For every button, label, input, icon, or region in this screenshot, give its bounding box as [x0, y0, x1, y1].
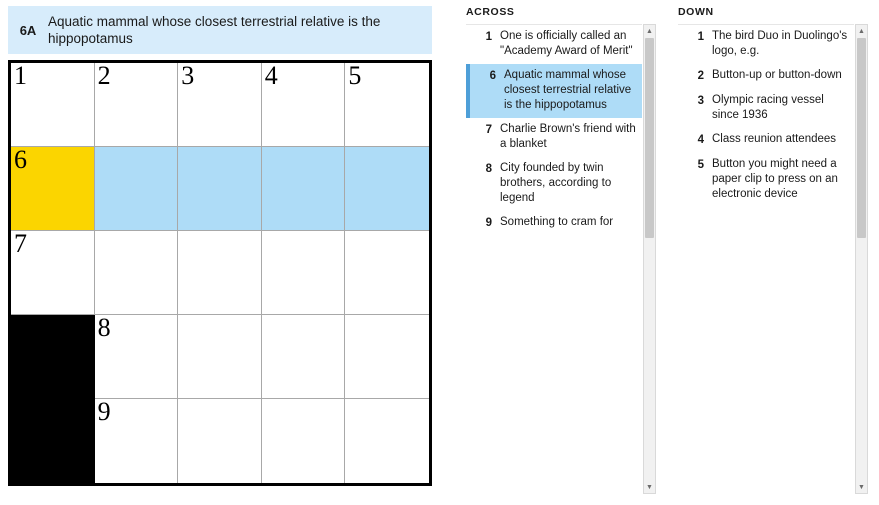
crossword-grid[interactable]: 1 2 3 4 5 6 7 8 9 — [8, 60, 432, 486]
clue-text: Olympic racing vessel since 1936 — [712, 94, 824, 121]
across-scroll-up-icon[interactable]: ▲ — [644, 25, 655, 37]
grid-cell-r5-c2[interactable]: 9 — [94, 397, 179, 483]
cell-number: 4 — [264, 61, 278, 90]
grid-cell-r4-c3[interactable] — [178, 315, 262, 399]
down-clue-3[interactable]: 3 Olympic racing vessel since 1936 — [678, 89, 854, 128]
grid-cell-r1-c2[interactable]: 2 — [94, 61, 179, 147]
grid-cell-r3-c2[interactable] — [94, 231, 179, 315]
down-clue-panel: DOWN 1 The bird Duo in Duolingo's logo, e… — [678, 6, 868, 494]
clue-number: 8 — [485, 163, 492, 175]
grid-cell-r5-c4[interactable] — [261, 399, 346, 483]
clue-number: 9 — [485, 217, 492, 229]
current-clue-text: Aquatic mammal whose closest terrestrial… — [48, 14, 381, 46]
grid-cell-r2-c2[interactable] — [94, 147, 179, 231]
across-clue-8[interactable]: 8 City founded by twin brothers, accordin… — [466, 157, 642, 211]
cell-number: 7 — [14, 229, 27, 258]
down-panel-title: DOWN — [678, 6, 714, 18]
grid-cell-r2-c3[interactable] — [178, 147, 262, 231]
grid-cell-r5-c5[interactable] — [345, 399, 429, 483]
grid-cell-r4-c1 — [11, 315, 95, 399]
grid-cell-r3-c4[interactable] — [261, 231, 346, 315]
down-clue-1[interactable]: 1 The bird Duo in Duolingo's logo, e.g. — [678, 25, 854, 64]
grid-cell-r2-c4[interactable] — [261, 147, 346, 231]
across-panel-title: ACROSS — [466, 6, 515, 18]
grid-cell-r2-c5[interactable] — [345, 147, 429, 231]
across-clue-1[interactable]: 1 One is officially called an "Academy Aw… — [466, 25, 642, 64]
grid-cell-r3-c5[interactable] — [345, 231, 429, 315]
grid-cell-r3-c1[interactable]: 7 — [11, 229, 95, 315]
clue-number: 7 — [485, 124, 492, 136]
across-scrollbar-thumb[interactable] — [645, 38, 654, 238]
cell-number: 9 — [97, 397, 111, 426]
clue-number: 4 — [697, 134, 704, 146]
clue-number: 6 — [489, 70, 496, 82]
grid-cell-r1-c4[interactable]: 4 — [261, 61, 346, 147]
across-scrollbar[interactable]: ▲ ▼ — [643, 24, 656, 494]
down-scroll-down-icon[interactable]: ▼ — [856, 481, 867, 493]
cell-number: 8 — [97, 313, 111, 342]
down-clue-5[interactable]: 5 Button you might need a paper clip to p… — [678, 153, 854, 207]
current-clue-number: 6A — [19, 22, 37, 38]
across-clue-6[interactable]: 6 Aquatic mammal whose closest terrestria… — [466, 64, 642, 118]
down-scrollbar-thumb[interactable] — [857, 38, 866, 238]
clue-text: The bird Duo in Duolingo's logo, e.g. — [712, 30, 848, 57]
clue-number: 2 — [697, 70, 704, 82]
grid-cell-r5-c1 — [11, 399, 95, 483]
clue-text: Button you might need a paper clip to pr… — [712, 158, 838, 200]
clue-text: Something to cram for — [500, 216, 614, 228]
down-clue-2[interactable]: 2 Button-up or button-down — [678, 64, 854, 89]
grid-cell-r4-c2[interactable]: 8 — [94, 313, 179, 399]
grid-cell-r1-c3[interactable]: 3 — [178, 61, 262, 147]
clue-text: Aquatic mammal whose closest terrestrial… — [504, 69, 632, 111]
grid-cell-r1-c1[interactable]: 1 — [11, 61, 95, 147]
across-clue-9[interactable]: 9 Something to cram for — [466, 211, 642, 236]
clue-number: 5 — [697, 159, 704, 171]
cell-number: 1 — [14, 61, 27, 90]
cell-number: 6 — [14, 145, 27, 174]
cell-number: 3 — [181, 61, 195, 90]
across-clue-list[interactable]: 1 One is officially called an "Academy Aw… — [466, 24, 642, 495]
clue-text: Button-up or button-down — [712, 69, 842, 81]
grid-cell-r1-c5[interactable]: 5 — [345, 61, 429, 147]
down-scroll-up-icon[interactable]: ▲ — [856, 25, 867, 37]
clue-text: City founded by twin brothers, according… — [500, 162, 612, 204]
cell-number: 2 — [97, 61, 111, 90]
across-clue-panel: ACROSS 1 One is officially called an "Aca… — [466, 6, 656, 494]
across-clue-7[interactable]: 7 Charlie Brown's friend with a blanket — [466, 118, 642, 157]
across-scroll-down-icon[interactable]: ▼ — [644, 481, 655, 493]
down-scrollbar[interactable]: ▲ ▼ — [855, 24, 868, 494]
clue-number: 3 — [697, 95, 704, 107]
clue-number: 1 — [485, 31, 492, 43]
clue-number: 1 — [697, 31, 704, 43]
clue-text: Charlie Brown's friend with a blanket — [500, 123, 636, 150]
clue-text: Class reunion attendees — [712, 133, 837, 145]
grid-cell-r4-c5[interactable] — [345, 315, 429, 399]
grid-cell-r5-c3[interactable] — [178, 399, 262, 483]
grid-cell-r2-c1[interactable]: 6 — [11, 145, 95, 231]
down-clue-list[interactable]: 1 The bird Duo in Duolingo's logo, e.g. 2 B… — [678, 24, 854, 495]
current-clue-banner[interactable]: 6A Aquatic mammal whose closest terrestr… — [8, 6, 432, 54]
clue-text: One is officially called an "Academy Awa… — [500, 30, 633, 57]
grid-cell-r3-c3[interactable] — [178, 231, 262, 315]
cell-number: 5 — [348, 61, 362, 90]
grid-cell-r4-c4[interactable] — [261, 315, 346, 399]
down-clue-4[interactable]: 4 Class reunion attendees — [678, 128, 854, 153]
